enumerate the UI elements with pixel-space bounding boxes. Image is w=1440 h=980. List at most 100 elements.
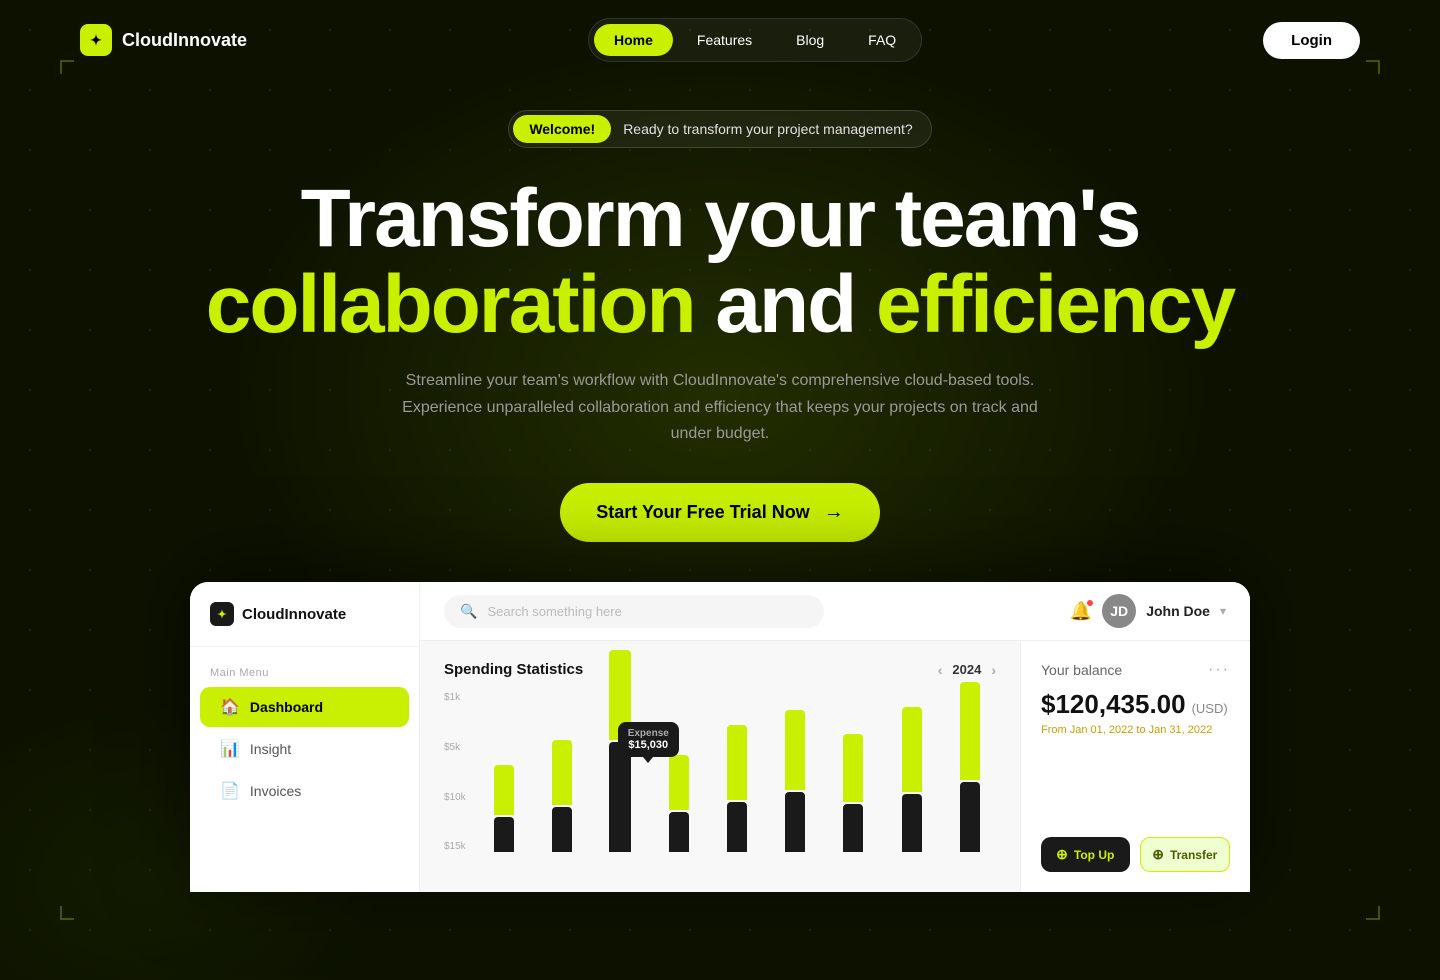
chart-bar-may: [711, 725, 763, 852]
dashboard-topbar: 🔍 Search something here 🔔 JD John Doe ▾: [420, 582, 1250, 641]
sidebar-item-invoices[interactable]: 📄 Invoices: [200, 771, 409, 811]
bar-lime-1: [494, 765, 514, 815]
hero-subtitle: Streamline your team's workflow with Clo…: [400, 368, 1040, 447]
bar-lime-4: [669, 755, 689, 810]
y-label-1k: $1k: [444, 692, 466, 703]
bar-lime-6: [785, 710, 805, 790]
y-label-10k: $10k: [444, 792, 466, 803]
bar-lime-3: [609, 650, 631, 740]
bar-lime-5: [727, 725, 747, 800]
chart-section: Spending Statistics ‹ 2024 › $15k $10k $…: [420, 641, 1020, 892]
logo-icon: ✦: [80, 24, 112, 56]
nav-links: Home Features Blog FAQ: [588, 18, 922, 62]
chart-bar-apr: [652, 755, 704, 852]
dashboard-main: 🔍 Search something here 🔔 JD John Doe ▾: [420, 582, 1250, 892]
balance-section: Your balance ··· $120,435.00 (USD) From …: [1020, 641, 1250, 892]
bar-dark-5: [727, 802, 747, 852]
transfer-button[interactable]: ⊕ Transfer: [1140, 837, 1231, 872]
hero-lime2: efficiency: [876, 259, 1234, 350]
balance-amount: $120,435.00 (USD): [1041, 689, 1230, 720]
dashboard-sidebar: ✦ CloudInnovate Main Menu 🏠 Dashboard 📊 …: [190, 582, 420, 892]
welcome-badge: Welcome! Ready to transform your project…: [508, 110, 931, 148]
sidebar-item-insight[interactable]: 📊 Insight: [200, 729, 409, 769]
dash-brand: ✦ CloudInnovate: [190, 602, 419, 647]
balance-options[interactable]: ···: [1208, 661, 1230, 679]
next-year-button[interactable]: ›: [991, 662, 996, 678]
welcome-badge-text: Ready to transform your project manageme…: [623, 121, 912, 137]
brand-logo[interactable]: ✦ CloudInnovate: [80, 24, 247, 56]
chart-bar-feb: [536, 740, 588, 852]
insight-icon: 📊: [220, 739, 240, 759]
year-navigation: ‹ 2024 ›: [938, 662, 996, 678]
nav-blog[interactable]: Blog: [776, 24, 844, 56]
current-year: 2024: [952, 662, 981, 677]
y-label-15k: $15k: [444, 841, 466, 852]
balance-header: Your balance ···: [1041, 661, 1230, 679]
transfer-label: Transfer: [1170, 848, 1217, 862]
chart-bar-jul: [827, 734, 879, 852]
cta-button[interactable]: Start Your Free Trial Now →: [560, 483, 879, 542]
user-area: 🔔 JD John Doe ▾: [1070, 594, 1226, 628]
search-icon: 🔍: [460, 603, 477, 620]
bar-dark-4: [669, 812, 689, 852]
balance-currency: (USD): [1192, 701, 1228, 716]
corner-marker-br: [1366, 906, 1380, 920]
cta-arrow-icon: →: [824, 501, 844, 524]
hero-title: Transform your team's collaboration and …: [20, 176, 1420, 348]
welcome-tag: Welcome!: [513, 115, 611, 143]
dashboard-content: Spending Statistics ‹ 2024 › $15k $10k $…: [420, 641, 1250, 892]
dash-brand-name: CloudInnovate: [242, 606, 346, 623]
bar-lime-7: [843, 734, 863, 802]
bar-dark-2: [552, 807, 572, 852]
hero-mid: and: [715, 259, 876, 350]
dash-logo-icon: ✦: [210, 602, 234, 626]
y-label-5k: $5k: [444, 742, 466, 753]
invoices-icon: 📄: [220, 781, 240, 801]
hero-lime1: collaboration: [206, 259, 695, 350]
prev-year-button[interactable]: ‹: [938, 662, 943, 678]
notification-bell[interactable]: 🔔: [1070, 601, 1092, 622]
chart-title: Spending Statistics: [444, 661, 583, 678]
bar-lime-8: [902, 707, 922, 792]
cta-label: Start Your Free Trial Now: [596, 502, 809, 523]
balance-value: $120,435.00: [1041, 689, 1186, 720]
username: John Doe: [1146, 603, 1210, 619]
balance-actions: ⊕ Top Up ⊕ Transfer: [1041, 837, 1230, 872]
chart-y-axis: $15k $10k $5k $1k: [444, 692, 466, 852]
bar-dark-3: [609, 742, 631, 852]
chart-bar-mar: [594, 650, 646, 852]
user-avatar: JD: [1102, 594, 1136, 628]
sidebar-item-dashboard[interactable]: 🏠 Dashboard: [200, 687, 409, 727]
dash-menu-label: Main Menu: [190, 659, 419, 685]
chart-bar-sep: [944, 682, 996, 852]
bar-lime-2: [552, 740, 572, 805]
insight-label: Insight: [250, 741, 291, 757]
chart-header: Spending Statistics ‹ 2024 ›: [444, 661, 996, 678]
user-chevron-icon[interactable]: ▾: [1220, 604, 1226, 618]
nav-features[interactable]: Features: [677, 24, 772, 56]
navbar: ✦ CloudInnovate Home Features Blog FAQ L…: [0, 0, 1440, 80]
chart-bars: [478, 712, 996, 852]
nav-faq[interactable]: FAQ: [848, 24, 916, 56]
bar-dark-9: [960, 782, 980, 852]
corner-marker-bl: [60, 906, 74, 920]
nav-home[interactable]: Home: [594, 24, 673, 56]
hero-title-line1: Transform your team's: [20, 176, 1420, 262]
topup-button[interactable]: ⊕ Top Up: [1041, 837, 1130, 872]
balance-date: From Jan 01, 2022 to Jan 31, 2022: [1041, 724, 1230, 736]
transfer-icon: ⊕: [1152, 846, 1164, 863]
bar-lime-9: [960, 682, 980, 780]
hero-section: Welcome! Ready to transform your project…: [0, 80, 1440, 542]
bar-dark-7: [843, 804, 863, 852]
bar-dark-1: [494, 817, 514, 852]
search-bar[interactable]: 🔍 Search something here: [444, 595, 824, 628]
bar-dark-8: [902, 794, 922, 852]
chart-bar-jun: [769, 710, 821, 852]
topup-label: Top Up: [1074, 848, 1114, 862]
bar-dark-6: [785, 792, 805, 852]
dashboard-label: Dashboard: [250, 699, 323, 715]
dashboard-icon: 🏠: [220, 697, 240, 717]
search-placeholder: Search something here: [487, 604, 621, 619]
login-button[interactable]: Login: [1263, 22, 1360, 59]
chart-bar-jan: [478, 765, 530, 852]
